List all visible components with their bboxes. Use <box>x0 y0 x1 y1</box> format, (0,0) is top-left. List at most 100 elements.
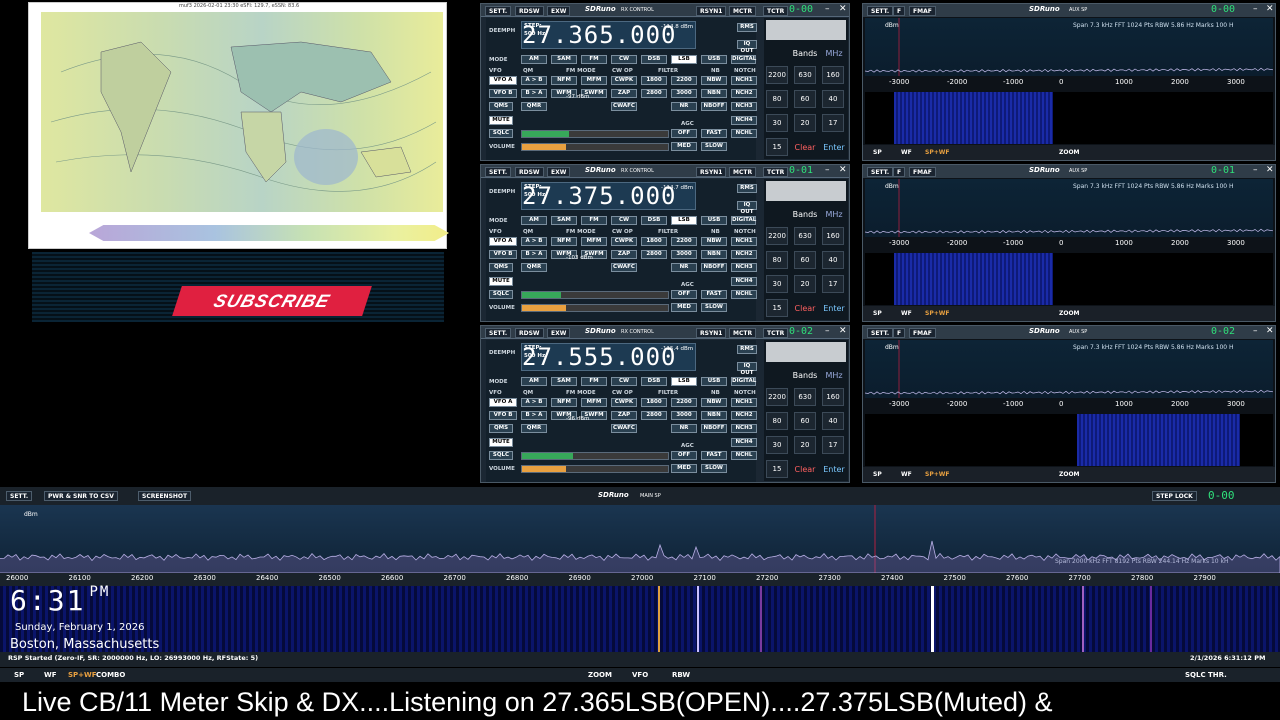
row1-3-button[interactable]: CWPK <box>611 237 637 246</box>
key-630[interactable]: 630 <box>794 227 816 245</box>
close-icon[interactable]: ✕ <box>1266 165 1274 175</box>
agc-4-button[interactable]: NCH4 <box>731 438 757 447</box>
mode-cw-button[interactable]: CW <box>611 55 637 64</box>
tctr-button[interactable]: TCTR <box>763 6 789 16</box>
key-630[interactable]: 630 <box>794 388 816 406</box>
row3-4-button[interactable]: NCH3 <box>731 263 757 272</box>
row3-3-button[interactable]: NBOFF <box>701 102 727 111</box>
row1-1-button[interactable]: NFM <box>551 76 577 85</box>
key-20[interactable]: 20 <box>794 275 816 293</box>
key-15[interactable]: 15 <box>766 138 788 156</box>
row2-5-button[interactable]: 3000 <box>671 411 697 420</box>
row2-4-button[interactable]: 2800 <box>641 250 667 259</box>
agc-5-button[interactable]: NCHL <box>731 290 757 299</box>
sqlc-button[interactable]: SQLC <box>489 451 513 460</box>
tctr-button[interactable]: TCTR <box>763 328 789 338</box>
vfo-a-button[interactable]: VFO A <box>489 398 517 407</box>
aux-fmaf-button[interactable]: FMAF <box>909 6 936 16</box>
row1-3-button[interactable]: CWPK <box>611 398 637 407</box>
row1-2-button[interactable]: MFM <box>581 398 607 407</box>
vfo-b-button[interactable]: VFO B <box>489 411 517 420</box>
mode-sam-button[interactable]: SAM <box>551 55 577 64</box>
aux-wf-tab[interactable]: WF <box>901 310 912 317</box>
row1-4-button[interactable]: 1800 <box>641 237 667 246</box>
agc-3-button[interactable]: SLOW <box>701 303 727 312</box>
rx-exw-button[interactable]: EXW <box>547 6 571 16</box>
row2-6-button[interactable]: NBN <box>701 250 727 259</box>
clear-button[interactable]: Clear <box>792 303 818 315</box>
row2-7-button[interactable]: NCH2 <box>731 89 757 98</box>
row2-7-button[interactable]: NCH2 <box>731 250 757 259</box>
close-icon[interactable]: ✕ <box>1266 326 1274 336</box>
mute-button[interactable]: MUTE <box>489 116 513 125</box>
qms-button[interactable]: QMS <box>489 424 513 433</box>
row3-2-button[interactable]: NR <box>671 424 697 433</box>
volume-slider[interactable] <box>521 304 669 312</box>
row3-3-button[interactable]: NBOFF <box>701 424 727 433</box>
iq-out-button[interactable]: IQ OUT <box>737 362 757 376</box>
key-80[interactable]: 80 <box>766 412 788 430</box>
step-lock-button[interactable]: STEP LOCK <box>1152 491 1197 501</box>
minimize-icon[interactable]: – <box>825 165 830 175</box>
row1-5-button[interactable]: 2200 <box>671 237 697 246</box>
pwr-snr-csv-button[interactable]: PWR & SNR TO CSV <box>44 491 118 501</box>
row3-0-button[interactable]: QMR <box>521 263 547 272</box>
agc-0-button[interactable]: OFF <box>671 129 697 138</box>
rsyn1-button[interactable]: RSYN1 <box>696 6 727 16</box>
aux-f-button[interactable]: F <box>893 167 906 177</box>
agc-2-button[interactable]: MED <box>671 142 697 151</box>
aux-spwf-tab[interactable]: SP+WF <box>925 310 949 317</box>
aux-fmaf-button[interactable]: FMAF <box>909 167 936 177</box>
mode-dsb-button[interactable]: DSB <box>641 216 667 225</box>
mhz-button[interactable]: MHz <box>822 370 846 382</box>
key-80[interactable]: 80 <box>766 90 788 108</box>
vfo-b-button[interactable]: VFO B <box>489 89 517 98</box>
sqlc-button[interactable]: SQLC <box>489 290 513 299</box>
row2-3-button[interactable]: ZAP <box>611 411 637 420</box>
row3-1-button[interactable]: CWAFC <box>611 263 637 272</box>
row1-2-button[interactable]: MFM <box>581 76 607 85</box>
qms-button[interactable]: QMS <box>489 263 513 272</box>
key-30[interactable]: 30 <box>766 436 788 454</box>
row3-1-button[interactable]: CWAFC <box>611 102 637 111</box>
mode-am-button[interactable]: AM <box>521 55 547 64</box>
minimize-icon[interactable]: – <box>825 4 830 14</box>
mode-usb-button[interactable]: USB <box>701 377 727 386</box>
key-17[interactable]: 17 <box>822 275 844 293</box>
agc-1-button[interactable]: FAST <box>701 290 727 299</box>
row1-4-button[interactable]: 1800 <box>641 76 667 85</box>
mode-fm-button[interactable]: FM <box>581 377 607 386</box>
iq-out-button[interactable]: IQ OUT <box>737 201 757 215</box>
mode-dsb-button[interactable]: DSB <box>641 377 667 386</box>
clear-button[interactable]: Clear <box>792 464 818 476</box>
vfo-a-button[interactable]: VFO A <box>489 237 517 246</box>
agc-4-button[interactable]: NCH4 <box>731 277 757 286</box>
aux-sp-tab[interactable]: SP <box>873 471 882 478</box>
row1-0-button[interactable]: A > B <box>521 237 547 246</box>
mode-am-button[interactable]: AM <box>521 216 547 225</box>
row1-6-button[interactable]: NBW <box>701 237 727 246</box>
row3-1-button[interactable]: CWAFC <box>611 424 637 433</box>
aux-sett-button[interactable]: SETT. <box>867 328 894 338</box>
agc-3-button[interactable]: SLOW <box>701 464 727 473</box>
rx-sett-button[interactable]: SETT. <box>485 6 512 16</box>
row3-2-button[interactable]: NR <box>671 263 697 272</box>
main-vfo[interactable]: VFO <box>632 671 648 679</box>
agc-0-button[interactable]: OFF <box>671 451 697 460</box>
agc-4-button[interactable]: NCH4 <box>731 116 757 125</box>
mode-lsb-button[interactable]: LSB <box>671 55 697 64</box>
mode-dsb-button[interactable]: DSB <box>641 55 667 64</box>
key-20[interactable]: 20 <box>794 436 816 454</box>
row1-5-button[interactable]: 2200 <box>671 398 697 407</box>
aux-zoom[interactable]: ZOOM <box>1059 471 1080 478</box>
rx-exw-button[interactable]: EXW <box>547 328 571 338</box>
tctr-button[interactable]: TCTR <box>763 167 789 177</box>
row3-3-button[interactable]: NBOFF <box>701 263 727 272</box>
key-630[interactable]: 630 <box>794 66 816 84</box>
mode-digital-button[interactable]: DIGITAL <box>731 216 756 225</box>
squelch-bar[interactable] <box>521 452 669 460</box>
row1-0-button[interactable]: A > B <box>521 76 547 85</box>
mctr-button[interactable]: MCTR <box>729 6 757 16</box>
agc-1-button[interactable]: FAST <box>701 451 727 460</box>
row1-5-button[interactable]: 2200 <box>671 76 697 85</box>
